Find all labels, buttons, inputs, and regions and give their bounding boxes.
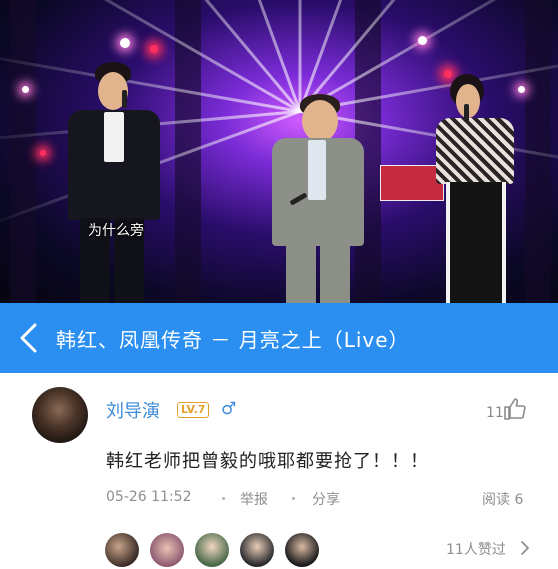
song-title: 韩红、凤凰传奇 － 月亮之上（Live） [56,327,410,352]
liker-avatar[interactable] [150,533,184,567]
thumbs-up-icon[interactable] [503,397,527,425]
video-subtitle: 为什么旁 [88,223,144,239]
liker-avatar[interactable] [285,533,319,567]
chevron-right-icon[interactable] [519,540,531,560]
stage-light [120,38,130,48]
chevron-left-icon[interactable] [0,303,56,373]
stage-light [444,70,452,78]
stage-light [418,36,427,45]
likers-count-link[interactable]: 11人赞过 [446,539,506,559]
stage-light [150,45,158,53]
share-link[interactable]: 分享 [312,489,340,509]
read-count: 阅读 6 [482,492,524,508]
avatar[interactable] [32,387,88,443]
comment-text: 韩红老师把曾毅的哦耶都要抢了！！！ [106,451,429,472]
liker-avatar[interactable] [240,533,274,567]
stage-sign [380,165,444,201]
male-gender-icon: ♂ [221,399,237,419]
liker-avatar[interactable] [105,533,139,567]
stage-light [40,150,46,156]
video-player[interactable]: 为什么旁 [0,0,558,303]
liker-avatars [105,533,319,567]
stage-light [22,86,29,93]
username[interactable]: 刘导演 [106,397,160,423]
liker-avatar[interactable] [195,533,229,567]
title-bar: 韩红、凤凰传奇 － 月亮之上（Live） [0,303,558,373]
separator-dot [222,497,225,500]
stage-light [518,86,525,93]
stage-pillar [10,0,36,303]
separator-dot [292,497,295,500]
level-badge: LV.7 [177,402,210,418]
comment-time: 05-26 11:52 [106,489,192,505]
like-count: 11 [486,405,504,421]
comment-card: 刘导演 LV.7 ♂ 11 韩红老师把曾毅的哦耶都要抢了！！！ 05-26 11… [0,373,558,569]
report-link[interactable]: 举报 [240,489,268,509]
